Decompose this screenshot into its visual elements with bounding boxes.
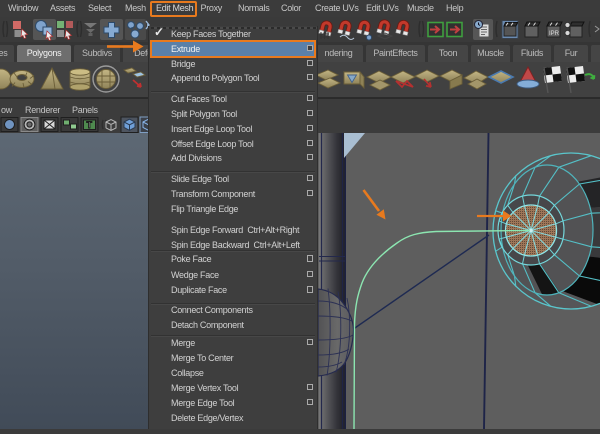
svg-text:T: T bbox=[87, 120, 93, 130]
svg-text:IPR: IPR bbox=[549, 31, 560, 37]
